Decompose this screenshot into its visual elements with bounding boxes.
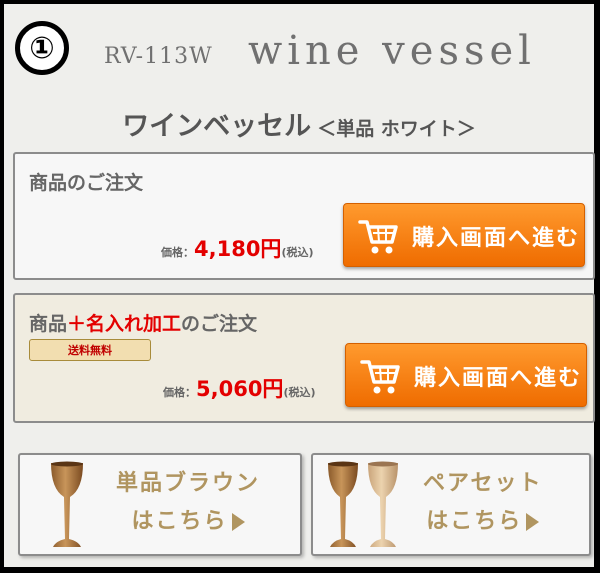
price-label: 価格： — [163, 386, 196, 399]
page-title: ワインベッセル ＜単品 ホワイト＞ — [4, 104, 594, 143]
brown-link-line2-row: はこちら — [116, 503, 260, 541]
wine-glass-icon — [51, 461, 83, 547]
triangle-right-icon — [526, 513, 540, 531]
model-code: RV-113W — [104, 44, 213, 69]
price-value: 4,180円 — [194, 237, 282, 261]
order-single-panel: 商品のご注文 価格：4,180円(税込) 購入画面へ進む — [13, 152, 595, 280]
wine-glass-icon — [368, 461, 398, 547]
cart-icon — [358, 220, 398, 254]
order-engraving-panel: 商品＋名入れ加工のご注文 送料無料 価格：5,060円(税込) 購入画面へ進む — [13, 293, 595, 423]
cart-icon — [360, 360, 400, 394]
heading-highlight: ＋名入れ加工 — [67, 313, 182, 335]
wine-glass-icon — [328, 461, 358, 547]
buy-button-single[interactable]: 購入画面へ進む — [343, 203, 585, 267]
buy-button-label: 購入画面へ進む — [412, 226, 581, 251]
price-value: 5,060円 — [196, 377, 284, 401]
buy-button-engraving[interactable]: 購入画面へ進む — [345, 343, 587, 407]
brown-link-line2: はこちら — [131, 509, 228, 534]
tax-note: (税込) — [281, 246, 314, 259]
pair-link-line2: はこちら — [426, 509, 523, 534]
pair-set-link[interactable]: ペアセット はこちら — [311, 453, 591, 556]
order-single-heading: 商品のご注文 — [29, 172, 144, 194]
buy-button-label: 購入画面へ進む — [414, 366, 583, 391]
triangle-right-icon — [231, 513, 245, 531]
order-engraving-price: 価格：5,060円(税込) — [163, 373, 316, 403]
pair-link-line1: ペアセット — [423, 471, 543, 496]
free-shipping-badge: 送料無料 — [29, 339, 151, 361]
title-main: ワインベッセル — [122, 111, 312, 142]
order-engraving-heading: 商品＋名入れ加工のご注文 — [29, 309, 257, 336]
order-single-price: 価格：4,180円(税込) — [161, 233, 314, 263]
title-sub: ＜単品 ホワイト＞ — [317, 118, 476, 140]
number-badge: ① — [15, 21, 69, 75]
heading-prefix: 商品 — [29, 313, 68, 335]
pair-link-text: ペアセット はこちら — [423, 465, 543, 541]
price-label: 価格： — [161, 246, 194, 259]
page-frame: ① RV-113W wine vessel ワインベッセル ＜単品 ホワイト＞ 商… — [4, 4, 595, 567]
product-name-en: wine vessel — [248, 28, 536, 74]
tax-note: (税込) — [283, 386, 316, 399]
brown-single-link[interactable]: 単品ブラウン はこちら — [18, 453, 302, 556]
pair-link-line2-row: はこちら — [423, 503, 543, 541]
heading-suffix: のご注文 — [181, 313, 258, 335]
brown-link-text: 単品ブラウン はこちら — [116, 465, 260, 541]
brown-link-line1: 単品ブラウン — [116, 471, 261, 496]
